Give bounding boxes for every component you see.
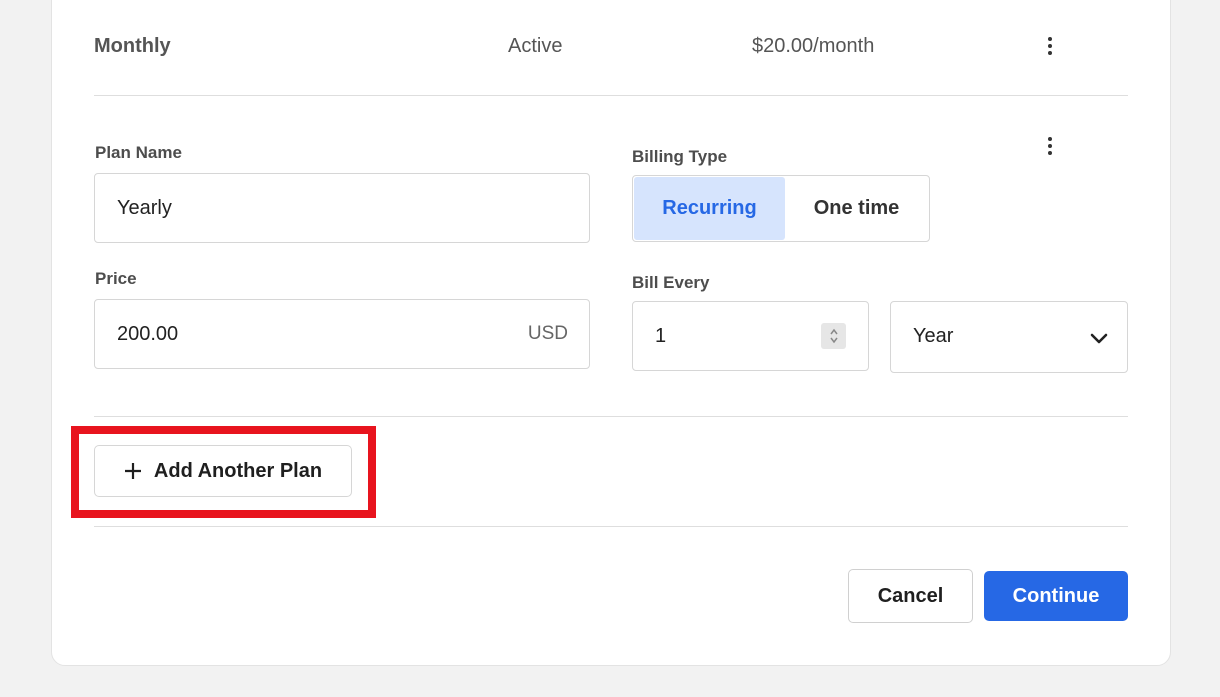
cancel-button[interactable]: Cancel <box>848 569 973 623</box>
plan-name-value: Yearly <box>117 197 172 219</box>
interval-select[interactable]: Year <box>890 301 1128 373</box>
chevron-down-icon <box>1090 333 1108 344</box>
price-input[interactable]: 200.00 USD <box>94 299 590 369</box>
plan-name: Monthly <box>94 35 171 57</box>
add-another-plan-button[interactable]: Add Another Plan <box>94 445 352 497</box>
bill-every-label: Bill Every <box>632 273 710 292</box>
plan-price: $20.00/month <box>752 35 875 57</box>
plan-name-label: Plan Name <box>95 143 182 162</box>
divider <box>94 526 1128 527</box>
plus-icon <box>124 463 141 479</box>
more-vertical-icon[interactable] <box>1038 134 1062 158</box>
more-vertical-icon[interactable] <box>1038 34 1062 58</box>
billing-type-toggle: Recurring One time <box>632 175 930 242</box>
plan-status: Active <box>508 35 563 57</box>
billing-option-recurring[interactable]: Recurring <box>634 177 785 240</box>
divider <box>94 416 1128 417</box>
plan-row-monthly: Monthly Active $20.00/month <box>94 0 1128 96</box>
currency-suffix: USD <box>527 323 568 344</box>
price-label: Price <box>95 269 137 288</box>
add-another-plan-label: Add Another Plan <box>153 459 323 482</box>
bill-every-input[interactable]: 1 <box>632 301 869 371</box>
continue-button[interactable]: Continue <box>984 571 1128 621</box>
price-value: 200.00 <box>117 323 179 345</box>
bill-every-value: 1 <box>655 325 667 347</box>
billing-option-one-time[interactable]: One time <box>785 177 928 240</box>
plan-name-input[interactable]: Yearly <box>94 173 590 243</box>
interval-value: Year <box>913 325 954 347</box>
stepper-arrows-icon[interactable] <box>821 323 846 349</box>
billing-type-label: Billing Type <box>632 147 728 166</box>
